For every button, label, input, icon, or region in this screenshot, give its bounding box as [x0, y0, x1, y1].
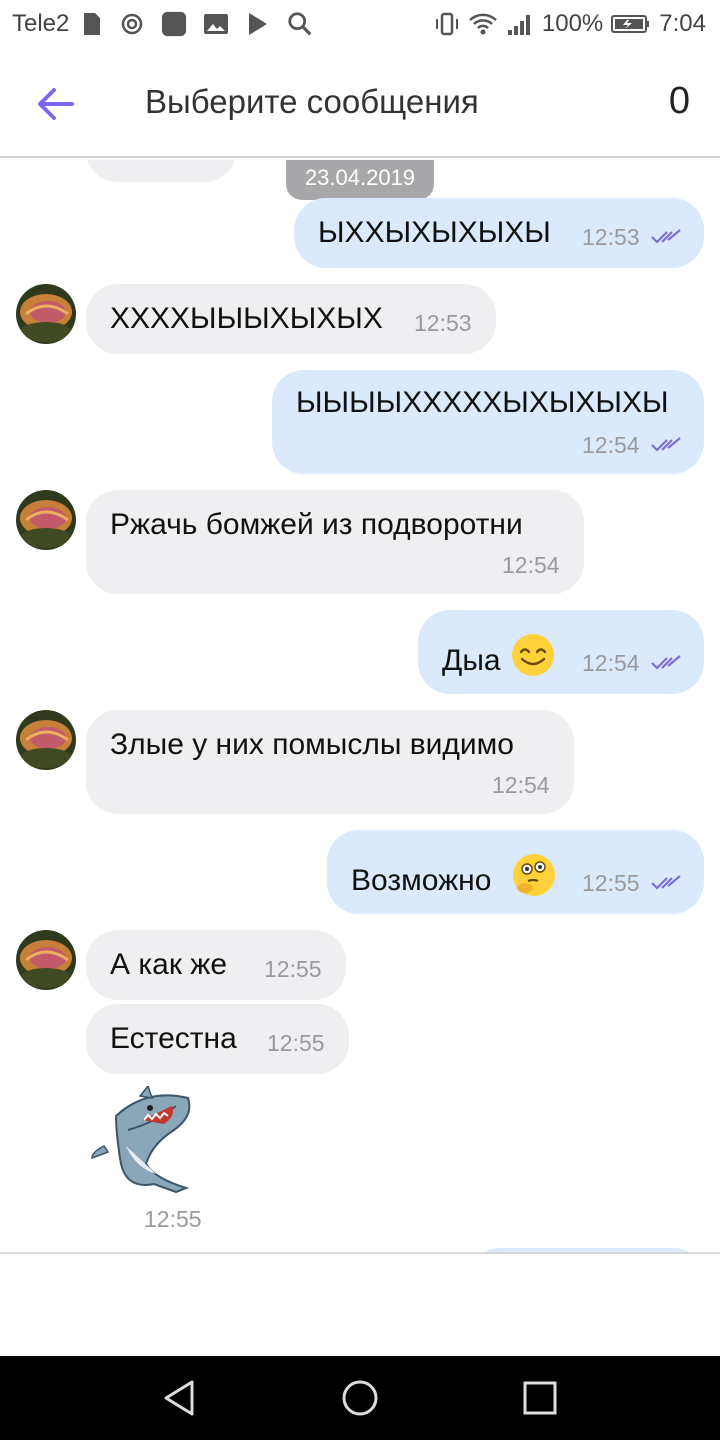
- message-text: А как же: [110, 948, 228, 981]
- carrier-label: Tele2: [12, 10, 70, 37]
- shark-icon: [91, 1084, 191, 1194]
- message-bubble-outgoing[interactable]: Возможно 12:55: [327, 830, 704, 914]
- bottom-panel: [0, 1254, 720, 1356]
- message-bubble-incoming[interactable]: Ржачь бомжей из подворотни 12:54: [86, 490, 584, 594]
- message-bubble-incoming[interactable]: ХХХХЫЫЫХЫХЫХ 12:53: [86, 284, 496, 354]
- battery-icon: [611, 15, 650, 33]
- message-time: 12:54: [502, 552, 560, 578]
- read-ticks-icon: [651, 229, 681, 244]
- shark-sticker[interactable]: [86, 1084, 206, 1196]
- message-bubble-incoming[interactable]: А как же 12:55: [86, 930, 346, 1000]
- back-arrow-icon[interactable]: [30, 80, 82, 128]
- message-bubble-incoming[interactable]: Естестна 12:55: [86, 1004, 349, 1074]
- wifi-icon: [469, 13, 497, 35]
- selection-header: Выберите сообщения 0: [0, 50, 720, 158]
- page-title: Выберите сообщения: [145, 83, 479, 120]
- message-time: 12:54: [582, 650, 640, 676]
- gallery-icon: [204, 14, 228, 34]
- navigation-bar: [0, 1356, 720, 1440]
- message-time: 12:54: [582, 432, 640, 458]
- date-chip: 23.04.2019: [286, 160, 434, 200]
- search-icon: [288, 12, 312, 36]
- sim-card-icon: [84, 13, 100, 35]
- message-bubble-partial[interactable]: [86, 160, 236, 182]
- vibrate-icon: [435, 12, 458, 36]
- message-time: 12:54: [492, 772, 550, 798]
- notification-icons: [80, 11, 314, 37]
- status-bar: Tele2 100% 7:04: [0, 0, 720, 50]
- message-bubble-outgoing[interactable]: ЫЫЫЫХХХХХЫХЫХЫХЫ 12:54: [272, 370, 704, 474]
- selected-count: 0: [668, 80, 690, 122]
- play-store-icon: [249, 13, 267, 35]
- app-notification-icon: [161, 11, 187, 37]
- message-text: ЫХХЫХЫХЫХЫ: [318, 216, 551, 249]
- thinking-face-emoji: [513, 854, 555, 896]
- message-bubble-incoming[interactable]: Злые у них помыслы видимо 12:54: [86, 710, 574, 814]
- read-ticks-icon: [651, 875, 681, 890]
- message-text: Возможно: [351, 864, 492, 897]
- avatar[interactable]: [16, 284, 76, 344]
- avatar[interactable]: [16, 490, 76, 550]
- smiling-face-emoji: [512, 634, 554, 676]
- hotspot-icon: [121, 13, 143, 35]
- message-text: ХХХХЫЫЫХЫХЫХ: [110, 302, 383, 335]
- message-time: 12:55: [264, 956, 322, 982]
- signal-icon: [507, 15, 530, 35]
- avatar-image: [16, 490, 76, 550]
- message-text: Ржачь бомжей из подворотни: [110, 508, 523, 541]
- avatar[interactable]: [16, 710, 76, 770]
- message-time: 12:53: [582, 224, 640, 250]
- read-ticks-icon: [651, 655, 681, 670]
- message-list[interactable]: 23.04.2019 ЫХХЫХЫХЫХЫ 12:53 ХХХХЫЫЫХЫХЫХ…: [0, 160, 720, 1253]
- battery-percent: 100%: [541, 10, 604, 37]
- system-status: 100% 7:04: [434, 10, 706, 38]
- avatar-image: [16, 930, 76, 990]
- message-bubble-outgoing[interactable]: ЫХХЫХЫХЫХЫ 12:53: [294, 198, 704, 268]
- avatar[interactable]: [16, 930, 76, 990]
- avatar-image: [16, 710, 76, 770]
- message-text: Дыа: [442, 644, 501, 677]
- back-nav-icon[interactable]: [160, 1378, 200, 1418]
- message-time: 12:53: [414, 310, 472, 336]
- recents-nav-icon[interactable]: [520, 1378, 560, 1418]
- message-text: ЫЫЫЫХХХХХЫХЫХЫХЫ: [296, 386, 669, 419]
- clock: 7:04: [659, 10, 706, 37]
- home-nav-icon[interactable]: [340, 1378, 380, 1418]
- avatar-image: [16, 284, 76, 344]
- message-time: 12:55: [267, 1030, 325, 1056]
- sticker-time: 12:55: [144, 1206, 202, 1232]
- message-text: Злые у них помыслы видимо: [110, 728, 514, 761]
- message-time: 12:55: [582, 870, 640, 896]
- message-bubble-outgoing[interactable]: Дыа 12:54: [418, 610, 704, 694]
- read-ticks-icon: [651, 437, 681, 452]
- message-text: Естестна: [110, 1022, 237, 1055]
